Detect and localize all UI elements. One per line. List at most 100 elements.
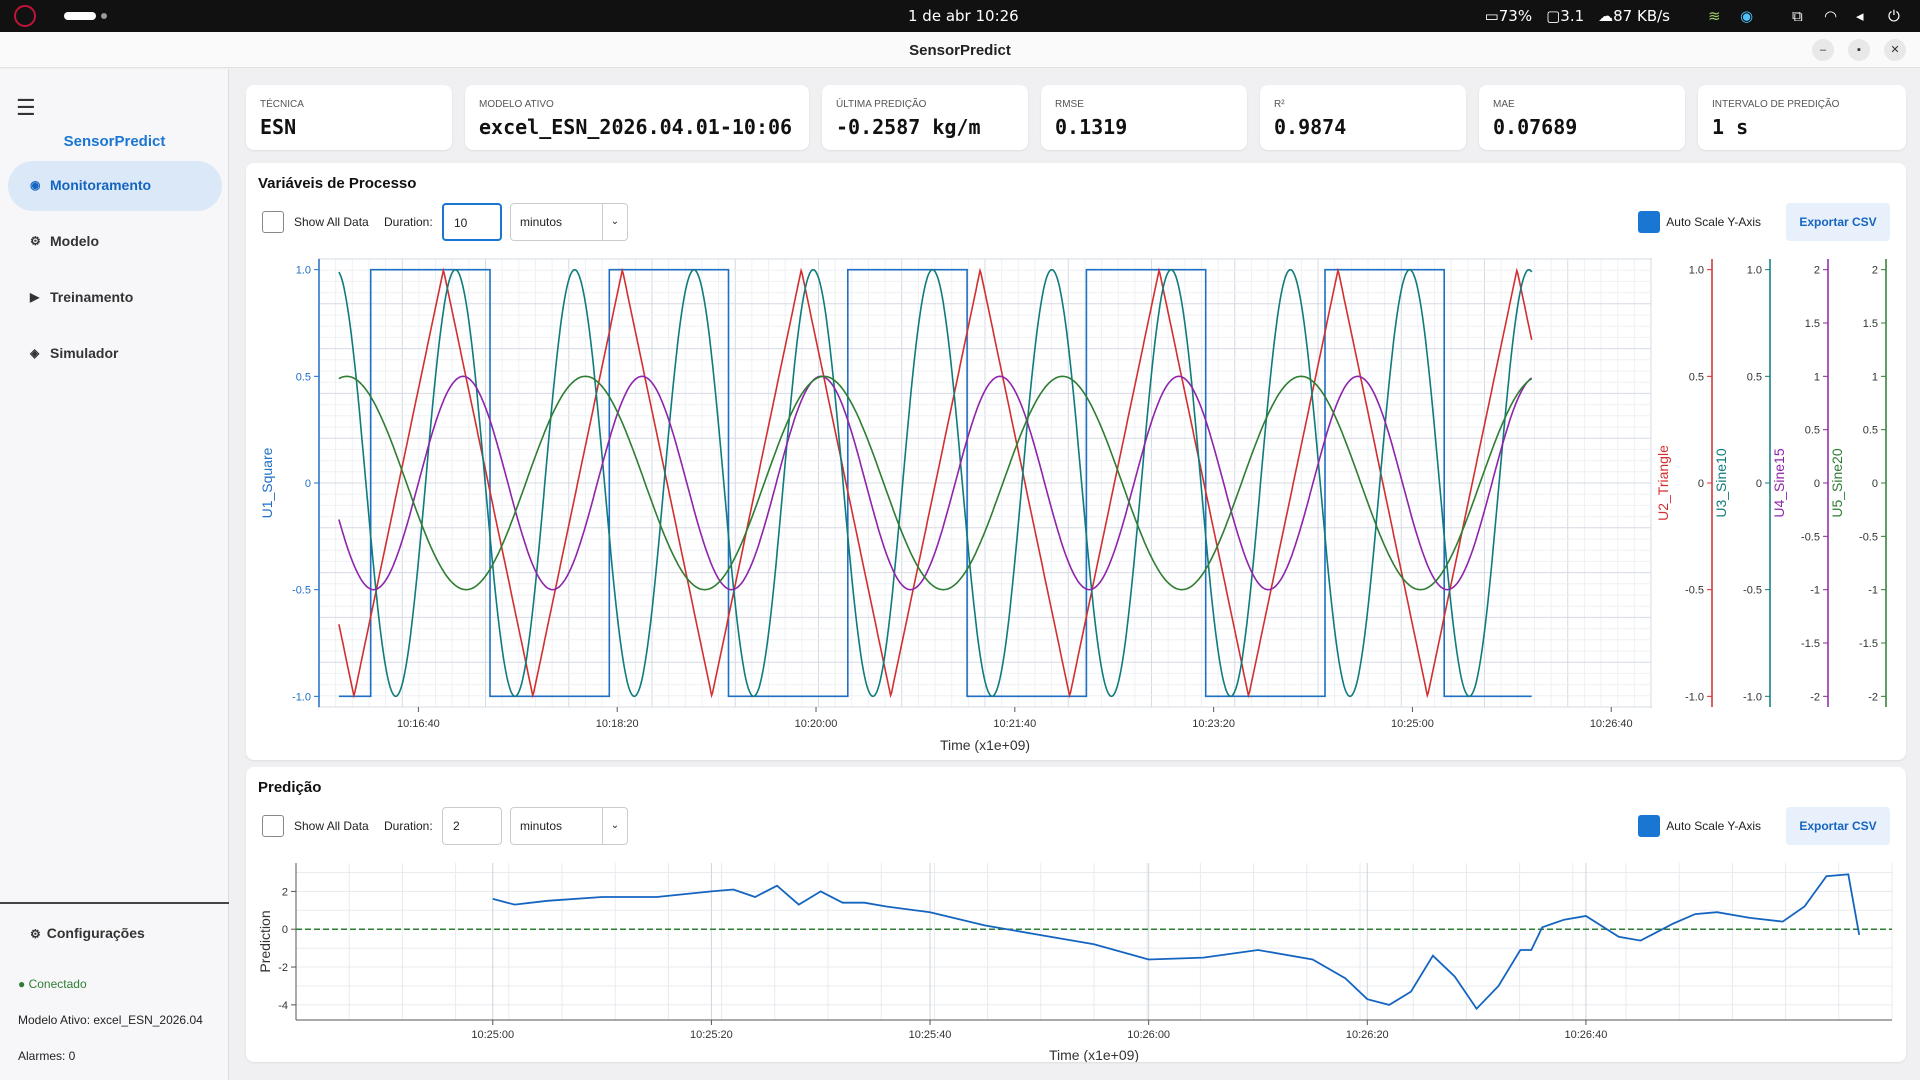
process-variables-chart[interactable]: 10:16:40 10:18:20 10:20:00 10:21:40 10:23:20… bbox=[246, 243, 1906, 763]
duration-unit-value: minutos bbox=[520, 819, 563, 833]
y-tick-label: -1.5 bbox=[1801, 638, 1820, 650]
minimize-button[interactable]: – bbox=[1812, 39, 1834, 61]
gear-icon: ⚙ bbox=[30, 927, 41, 941]
metric-value: 0.1319 bbox=[1055, 115, 1128, 139]
duration-unit-select[interactable]: minutos ⌄ bbox=[510, 807, 628, 845]
maximize-button[interactable]: ▪ bbox=[1848, 39, 1870, 61]
clipboard-icon[interactable]: ⧉ bbox=[1792, 7, 1810, 25]
chart-controls: Show All Data Duration: 10 minutos ⌄ Aut… bbox=[246, 203, 1906, 241]
y-tick-label: -1 bbox=[1810, 585, 1820, 597]
metric-label: ÚLTIMA PREDIÇÃO bbox=[836, 99, 927, 110]
battery-indicator[interactable]: ▭73% bbox=[1485, 7, 1533, 25]
y-axis-title: U4_Sine15 bbox=[1771, 448, 1787, 517]
y-tick-label: -1.0 bbox=[292, 691, 311, 703]
y-tick-label: 1.5 bbox=[1805, 318, 1820, 330]
auto-scale-label: Auto Scale Y-Axis bbox=[1666, 819, 1761, 833]
sidebar-item-monitoramento[interactable]: ◉ Monitoramento bbox=[8, 161, 222, 211]
duration-unit-value: minutos bbox=[520, 215, 563, 229]
duration-unit-select[interactable]: minutos ⌄ bbox=[510, 203, 628, 241]
sidebar-divider bbox=[0, 902, 229, 904]
y-axis-title: U1_Square bbox=[259, 447, 275, 518]
workspace-indicator-active[interactable] bbox=[64, 12, 96, 20]
show-all-data-checkbox[interactable] bbox=[262, 211, 284, 233]
y-tick-label: -0.5 bbox=[1685, 585, 1704, 597]
auto-scale-checkbox[interactable] bbox=[1638, 211, 1660, 233]
y-tick-label: -2 bbox=[1810, 691, 1820, 703]
y-tick-label: 1 bbox=[1872, 371, 1878, 383]
prediction-chart[interactable]: 10:25:00 10:25:20 10:25:40 10:26:00 10:26:20… bbox=[246, 847, 1906, 1062]
metric-value: 0.07689 bbox=[1493, 115, 1578, 139]
metric-card-modelo-ativo: MODELO ATIVO excel_ESN_2026.04.01-10:06 bbox=[465, 85, 809, 150]
y-axis-title: U2_Triangle bbox=[1655, 445, 1671, 521]
metric-card-intervalo: INTERVALO DE PREDIÇÃO 1 s bbox=[1698, 85, 1906, 150]
metric-label: MAE bbox=[1493, 99, 1515, 110]
power-icon[interactable]: ⏻ bbox=[1888, 7, 1906, 25]
active-model-text: Modelo Ativo: excel_ESN_2026.04 bbox=[18, 1013, 203, 1027]
debian-logo-icon[interactable] bbox=[14, 5, 36, 27]
metric-card-mae: MAE 0.07689 bbox=[1479, 85, 1685, 150]
battery-icon: ▭ bbox=[1484, 7, 1499, 25]
export-csv-button[interactable]: Exportar CSV bbox=[1786, 807, 1890, 845]
x-axis-title: Time (x1e+09) bbox=[1049, 1047, 1139, 1062]
y-tick-label: 1.0 bbox=[296, 265, 311, 277]
x-tick-label: 10:21:40 bbox=[993, 718, 1036, 730]
x-tick-label: 10:20:00 bbox=[795, 718, 838, 730]
auto-scale-checkbox[interactable] bbox=[1638, 815, 1660, 837]
display-indicator[interactable]: ▢3.1 bbox=[1546, 7, 1584, 25]
y-axis-title: U5_Sine20 bbox=[1829, 448, 1845, 517]
x-tick-label: 10:25:20 bbox=[690, 1029, 733, 1041]
sidebar-item-treinamento[interactable]: ▶ Treinamento bbox=[8, 273, 222, 323]
metric-card-tecnica: TÉCNICA ESN bbox=[246, 85, 452, 150]
y-tick-label: 0 bbox=[1872, 478, 1878, 490]
sidebar-item-label: Simulador bbox=[50, 345, 119, 361]
show-all-data-label: Show All Data bbox=[294, 215, 369, 229]
y-tick-label: 0.5 bbox=[1747, 371, 1762, 383]
y-axis-title: Prediction bbox=[257, 910, 273, 972]
y-tick-label: -2 bbox=[278, 962, 288, 974]
x-tick-label: 10:26:00 bbox=[1127, 1029, 1170, 1041]
system-tray: ▭73% ▢3.1 ☁87 KB/s ≋ ◉ ⧉ ◠ ◂ ⏻ bbox=[1485, 5, 1906, 27]
y-tick-label: 0.5 bbox=[1863, 425, 1878, 437]
x-tick-label: 10:23:20 bbox=[1192, 718, 1235, 730]
system-clock[interactable]: 1 de abr 10:26 bbox=[908, 7, 1019, 25]
volume-icon[interactable]: ◂ bbox=[1856, 7, 1874, 25]
metric-label: RMSE bbox=[1055, 99, 1084, 110]
metric-value: -0.2587 kg/m bbox=[836, 115, 981, 139]
y-tick-label: -1 bbox=[1868, 585, 1878, 597]
y-tick-label: 0 bbox=[305, 478, 311, 490]
x-axis-title: Time (x1e+09) bbox=[940, 737, 1030, 753]
duration-input[interactable]: 2 bbox=[442, 807, 502, 845]
wifi-icon[interactable]: ◠ bbox=[1824, 7, 1842, 25]
display-value: 3.1 bbox=[1560, 7, 1585, 25]
y-tick-label: 0.5 bbox=[1805, 425, 1820, 437]
show-all-data-checkbox[interactable] bbox=[262, 815, 284, 837]
window-title: SensorPredict bbox=[909, 42, 1011, 59]
duration-label: Duration: bbox=[384, 215, 433, 229]
maximize-icon: ▪ bbox=[1857, 44, 1861, 56]
duration-input[interactable]: 10 bbox=[442, 203, 502, 241]
x-tick-label: 10:25:40 bbox=[909, 1029, 952, 1041]
connection-status: ● Conectado bbox=[18, 977, 87, 991]
radio-icon: ◉ bbox=[30, 178, 41, 192]
metric-label: MODELO ATIVO bbox=[479, 99, 554, 110]
settings-button[interactable]: ⚙ Configurações bbox=[30, 925, 145, 941]
close-icon: ✕ bbox=[1890, 44, 1900, 56]
workspace-indicator[interactable] bbox=[101, 13, 107, 19]
app-tray-icon[interactable]: ≋ bbox=[1708, 7, 1726, 25]
diamond-icon: ◈ bbox=[30, 346, 40, 360]
sync-tray-icon[interactable]: ◉ bbox=[1740, 7, 1758, 25]
y-tick-label: 1.5 bbox=[1863, 318, 1878, 330]
cloud-icon: ☁ bbox=[1598, 7, 1614, 25]
sidebar-item-simulador[interactable]: ◈ Simulador bbox=[8, 329, 222, 379]
hamburger-menu-icon[interactable]: ☰ bbox=[16, 95, 36, 121]
network-indicator[interactable]: ☁87 KB/s bbox=[1598, 7, 1670, 25]
metric-value: 0.9874 bbox=[1274, 115, 1347, 139]
duration-label: Duration: bbox=[384, 819, 433, 833]
y-tick-label: 2 bbox=[1814, 265, 1820, 277]
sidebar-item-modelo[interactable]: ⚙ Modelo bbox=[8, 217, 222, 267]
y-tick-label: -0.5 bbox=[292, 585, 311, 597]
sidebar-item-label: Modelo bbox=[50, 233, 99, 249]
x-tick-label: 10:18:20 bbox=[596, 718, 639, 730]
export-csv-button[interactable]: Exportar CSV bbox=[1786, 203, 1890, 241]
close-button[interactable]: ✕ bbox=[1884, 39, 1906, 61]
